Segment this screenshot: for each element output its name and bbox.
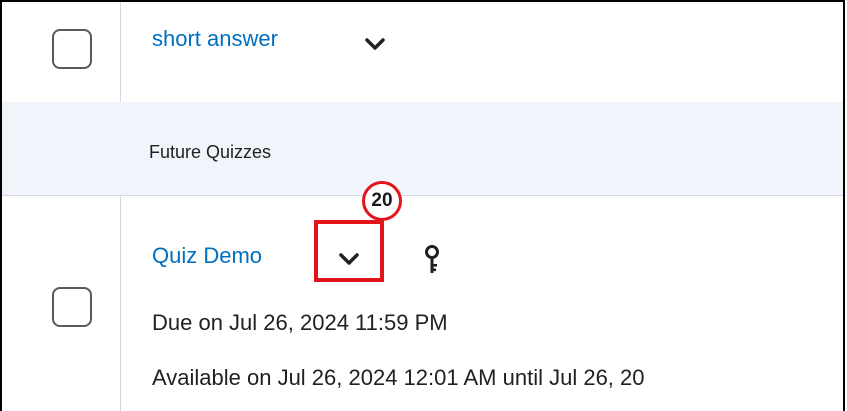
select-checkbox-short-answer[interactable]	[52, 29, 92, 69]
annotation-step-badge: 20	[362, 181, 402, 221]
chevron-down-icon[interactable]	[364, 36, 386, 52]
quiz-link-quiz-demo[interactable]: Quiz Demo	[152, 243, 262, 269]
due-date: Due on Jul 26, 2024 11:59 PM	[152, 310, 448, 335]
availability-dates: Available on Jul 26, 2024 12:01 AM until…	[152, 365, 645, 390]
key-icon	[424, 245, 440, 280]
section-header-future-quizzes: Future Quizzes	[2, 102, 843, 195]
chevron-down-icon[interactable]	[338, 251, 360, 267]
select-checkbox-quiz-demo[interactable]	[52, 287, 92, 327]
quiz-list: short answer Future Quizzes Quiz Demo 20…	[0, 0, 845, 411]
row-divider	[2, 195, 843, 196]
quiz-link-short-answer[interactable]: short answer	[152, 26, 278, 52]
section-title: Future Quizzes	[149, 142, 272, 162]
column-divider	[120, 2, 121, 411]
